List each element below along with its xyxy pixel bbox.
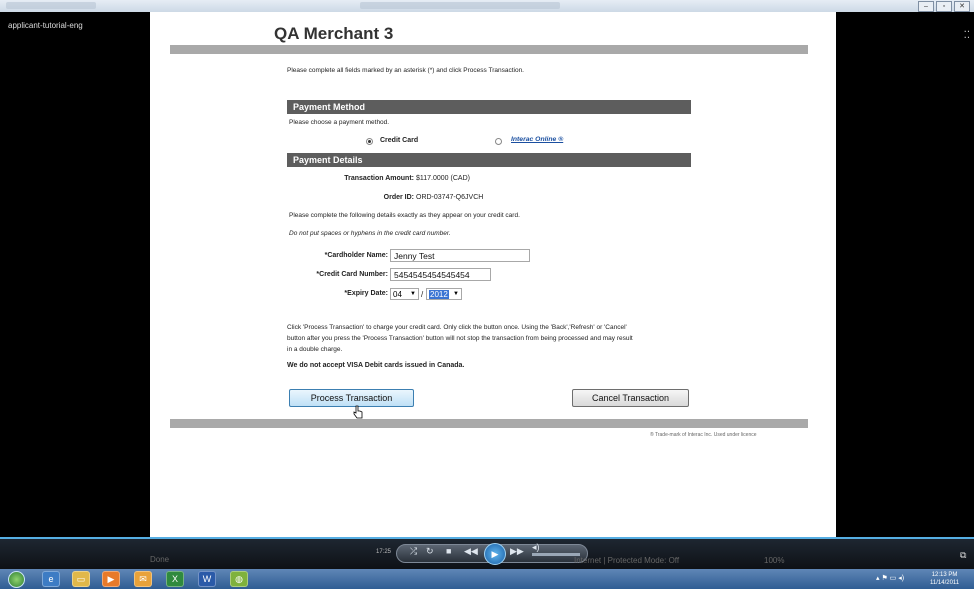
start-button[interactable]: [8, 571, 25, 588]
volume-icon[interactable]: ◂): [532, 542, 540, 553]
word-icon[interactable]: W: [198, 571, 216, 587]
warning-text-line2: button after you press the 'Process Tran…: [287, 335, 633, 342]
amount-value: $117.0000 (CAD): [416, 175, 470, 182]
seek-bar[interactable]: [0, 537, 974, 539]
payment-method-header: Payment Method: [287, 100, 691, 114]
right-pane: ⁚⁚: [836, 12, 974, 537]
hand-cursor-icon: [353, 405, 363, 419]
browser-status: Done: [150, 555, 170, 564]
expiry-month-value: 04: [393, 290, 402, 299]
media-player-icon[interactable]: ▶: [102, 571, 120, 587]
internet-explorer-icon[interactable]: e: [42, 571, 60, 587]
chevron-down-icon: ▼: [410, 291, 416, 297]
shuffle-icon[interactable]: ⤮: [410, 546, 417, 557]
amount-label: Transaction Amount:: [344, 175, 414, 182]
window-controls: – ▫ ✕: [918, 1, 970, 12]
play-icon[interactable]: ▶: [484, 543, 506, 565]
expiry-year-select[interactable]: 2012 ▼: [426, 288, 462, 300]
expiry-label: *Expiry Date:: [344, 290, 388, 297]
bottom-divider: [170, 419, 808, 428]
clock-date: 11/14/2011: [930, 580, 960, 586]
clock-time: 12:13 PM: [931, 572, 958, 578]
card-number-input[interactable]: 5454545454545454: [390, 268, 491, 281]
zoom-level[interactable]: 100%: [764, 556, 784, 565]
titlebar-ghost: [6, 2, 96, 9]
expiry-separator: /: [421, 290, 424, 299]
process-transaction-button[interactable]: Process Transaction: [289, 389, 414, 407]
interac-online-link[interactable]: Interac Online ®: [511, 136, 563, 143]
close-button[interactable]: ✕: [954, 1, 970, 12]
chevron-down-icon: ▼: [453, 291, 459, 297]
outlook-icon[interactable]: ✉: [134, 571, 152, 587]
trademark-note: ® Trade-mark of Interac Inc. Used under …: [650, 432, 757, 438]
app-icon[interactable]: ◍: [230, 571, 248, 587]
resize-grip-icon[interactable]: ⁚⁚: [964, 30, 970, 41]
order-id-label: Order ID:: [383, 194, 414, 201]
sidebar-title: applicant-tutorial-eng: [8, 21, 83, 30]
media-player-bar: Done 17:25 ⤮ ↻ ■ ◀◀ ▶ ▶▶ ◂) Internet | P…: [0, 537, 974, 569]
titlebar-ghost: [360, 2, 560, 9]
stop-icon[interactable]: ■: [446, 546, 451, 556]
cancel-transaction-button[interactable]: Cancel Transaction: [572, 389, 689, 407]
elapsed-time: 17:25: [376, 549, 392, 555]
volume-slider[interactable]: [532, 553, 580, 556]
repeat-icon[interactable]: ↻: [426, 546, 434, 557]
folder-icon[interactable]: ▭: [72, 571, 90, 587]
intro-text: Please complete all fields marked by an …: [287, 67, 524, 74]
credit-card-label[interactable]: Credit Card: [380, 137, 418, 144]
interac-radio[interactable]: [495, 138, 502, 145]
left-pane: applicant-tutorial-eng: [0, 12, 150, 537]
payment-method-prompt: Please choose a payment method.: [289, 119, 390, 126]
protected-mode-status: Internet | Protected Mode: Off: [574, 556, 680, 565]
card-number-note: Do not put spaces or hyphens in the cred…: [289, 230, 451, 237]
cardholder-label: *Cardholder Name:: [324, 252, 388, 259]
fullscreen-icon[interactable]: ⧉: [960, 550, 966, 561]
rewind-icon[interactable]: ◀◀: [464, 546, 478, 557]
restore-button[interactable]: ▫: [936, 1, 952, 12]
window-titlebar: – ▫ ✕: [0, 0, 974, 12]
cardholder-name-input[interactable]: Jenny Test: [390, 249, 530, 262]
order-id-value: ORD-03747-Q6JVCH: [416, 194, 484, 201]
excel-icon[interactable]: X: [166, 571, 184, 587]
fast-forward-icon[interactable]: ▶▶: [510, 546, 524, 557]
payment-page: QA Merchant 3 Please complete all fields…: [150, 12, 836, 537]
details-instructions: Please complete the following details ex…: [289, 212, 520, 219]
windows-taskbar: e ▭ ▶ ✉ X W ◍ ▴ ⚑ ▭ ◂) 12:13 PM 11/14/20…: [0, 569, 974, 589]
visa-debit-note: We do not accept VISA Debit cards issued…: [287, 362, 465, 369]
clock[interactable]: 12:13 PM 11/14/2011: [930, 571, 959, 587]
top-divider: [170, 45, 808, 54]
expiry-month-select[interactable]: 04 ▼: [390, 288, 419, 300]
minimize-button[interactable]: –: [918, 1, 934, 12]
system-tray-icons[interactable]: ▴ ⚑ ▭ ◂): [876, 574, 904, 582]
credit-card-radio[interactable]: [366, 138, 373, 145]
payment-details-header: Payment Details: [287, 153, 691, 167]
merchant-title: QA Merchant 3: [274, 24, 394, 43]
expiry-year-value: 2012: [429, 290, 449, 299]
warning-text-line3: in a double charge.: [287, 346, 343, 353]
warning-text-line1: Click 'Process Transaction' to charge yo…: [287, 324, 627, 331]
card-number-label: *Credit Card Number:: [316, 271, 388, 278]
